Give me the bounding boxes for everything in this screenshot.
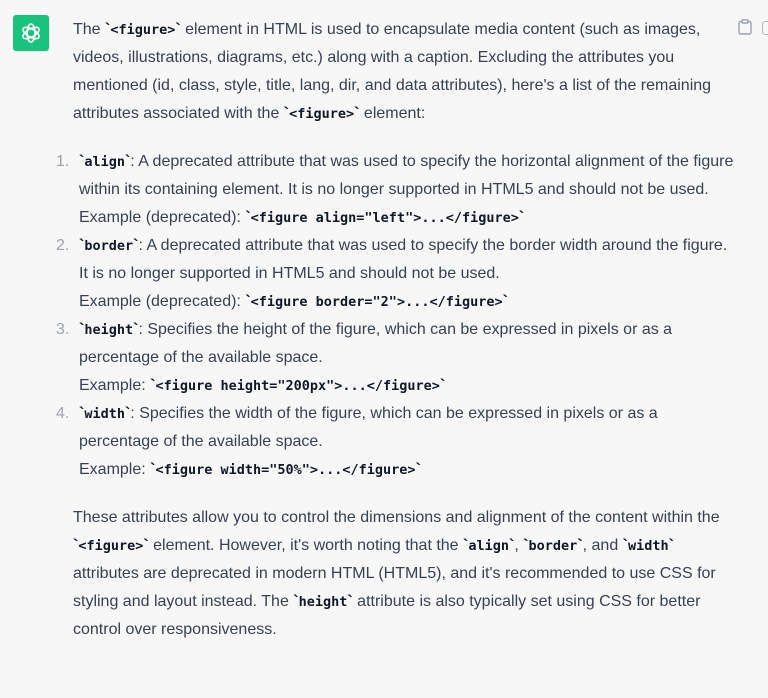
assistant-message: The `<figure>` element in HTML is used t…: [56, 16, 735, 644]
inline-code: height: [298, 594, 348, 610]
inline-code: height: [84, 322, 134, 338]
list-item-align: 1. `align`: A deprecated attribute that …: [56, 153, 734, 226]
intro-paragraph: The `<figure>` element in HTML is used t…: [73, 21, 712, 122]
copy-button[interactable]: [736, 18, 754, 36]
outro-paragraph: These attributes allow you to control th…: [73, 509, 720, 638]
example-code: <figure width="50%">...</figure>: [155, 462, 416, 478]
list-item-height: 3. `height`: Specifies the height of the…: [56, 321, 673, 394]
inline-code: align: [468, 538, 509, 554]
example-code: <figure align="left">...</figure>: [250, 210, 519, 226]
example-code: <figure height="200px">...</figure>: [155, 378, 440, 394]
partial-icon: [762, 21, 768, 35]
inline-code: border: [84, 238, 134, 254]
inline-code: align: [84, 154, 125, 170]
inline-code: width: [84, 406, 125, 422]
example-code: <figure border="2">...</figure>: [250, 294, 503, 310]
inline-code: border: [528, 538, 578, 554]
openai-logo-icon: [22, 23, 40, 43]
attribute-list: 1. `align`: A deprecated attribute that …: [56, 148, 735, 484]
list-item-border: 2. `border`: A deprecated attribute that…: [56, 237, 728, 310]
clipboard-icon: [738, 19, 752, 35]
inline-code: <figure>: [110, 22, 176, 38]
list-item-width: 4. `width`: Specifies the width of the f…: [56, 405, 658, 478]
inline-code: <figure>: [289, 106, 355, 122]
inline-code: width: [628, 538, 669, 554]
inline-code: <figure>: [78, 538, 144, 554]
assistant-avatar: [13, 15, 49, 51]
